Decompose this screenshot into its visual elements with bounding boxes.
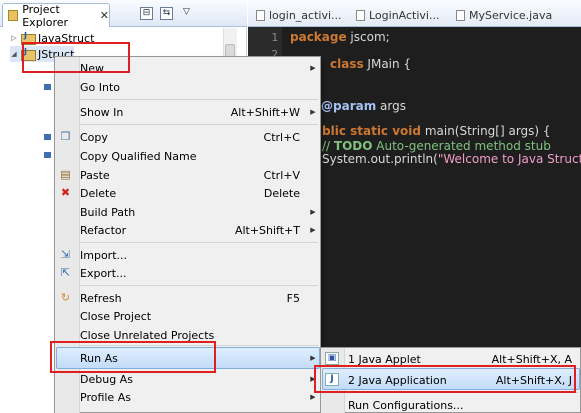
code-line: package jscom; — [290, 30, 390, 44]
submenu-arrow-icon: ▶ — [310, 393, 316, 401]
menu-item-copy[interactable]: Copy Ctrl+C — [80, 128, 318, 146]
java-applet-icon: ▣ — [325, 352, 339, 365]
menu-item-refresh[interactable]: Refresh F5 — [80, 289, 318, 307]
menu-item-paste[interactable]: Paste Ctrl+V — [80, 166, 318, 184]
submenu-arrow-icon: ▶ — [310, 226, 316, 234]
menu-item-label: Delete — [80, 186, 117, 200]
code-keyword: blic static void — [322, 124, 421, 138]
code-line: System.out.println("Welcome to Java Stru… — [322, 152, 581, 166]
submenu-arrow-icon: ▶ — [310, 108, 316, 116]
menu-item-label: Export... — [80, 266, 127, 280]
annotation-box-project — [22, 42, 130, 73]
menu-separator — [80, 242, 318, 243]
library-icon[interactable] — [44, 134, 51, 140]
menu-item-shortcut: Ctrl+V — [263, 168, 300, 182]
delete-icon: ✖ — [60, 186, 71, 199]
menu-item-export[interactable]: Export... — [80, 264, 318, 282]
menu-item-shortcut: Alt+Shift+X, A — [491, 352, 572, 366]
editor-tab-label: LoginActivi... — [369, 8, 440, 22]
editor-tab[interactable]: LoginActivi... — [356, 4, 439, 26]
java-file-icon — [456, 9, 465, 21]
code-comment: Auto-generated method stub — [372, 139, 551, 153]
code-text: JMain { — [363, 57, 412, 71]
menu-item-shortcut: Delete — [263, 186, 300, 200]
menu-item-label: Run Configurations... — [348, 398, 464, 412]
line-number: 1 — [271, 31, 278, 44]
menu-item-label: Close Unrelated Projects — [80, 328, 215, 342]
file-icon — [256, 9, 265, 21]
menu-item-label: Copy Qualified Name — [80, 149, 197, 163]
file-icon — [356, 9, 365, 21]
code-text: args — [376, 99, 406, 113]
menu-item-shortcut: Alt+Shift+T — [234, 223, 300, 237]
menu-item-shortcut: Alt+Shift+W — [230, 105, 300, 119]
editor-tab[interactable]: MyService.java — [456, 4, 552, 26]
menu-item-close-project[interactable]: Close Project — [80, 307, 318, 325]
copy-icon: ❐ — [60, 130, 71, 143]
import-icon: ⇲ — [60, 248, 71, 261]
code-text: main(String[] args) { — [421, 124, 551, 138]
view-menu-icon[interactable]: ▽ — [180, 7, 193, 20]
library-icon[interactable] — [44, 152, 51, 158]
menu-item-shortcut: Ctrl+C — [263, 130, 300, 144]
menu-item-label: Build Path — [80, 205, 136, 219]
menu-item-build-path[interactable]: Build Path ▶ — [80, 203, 318, 221]
menu-item-label: Profile As — [80, 390, 131, 404]
tab-project-explorer[interactable]: Project Explorer ✕ — [2, 2, 110, 29]
export-icon: ⇱ — [60, 266, 71, 279]
submenu-arrow-icon: ▶ — [310, 354, 316, 362]
code-text: System.out.println( — [322, 152, 438, 166]
menu-item-delete[interactable]: Delete Delete — [80, 184, 318, 202]
close-icon[interactable]: ✕ — [100, 9, 109, 22]
menu-item-label: Close Project — [80, 309, 152, 323]
code-line: @param args — [321, 99, 406, 113]
menu-item-refactor[interactable]: Refactor Alt+Shift+T ▶ — [80, 221, 318, 239]
menu-item-label: Refactor — [80, 223, 127, 237]
menu-item-label: 1 Java Applet — [348, 352, 421, 366]
project-explorer-icon — [8, 10, 19, 21]
menu-item-label: Debug As — [80, 372, 133, 386]
code-line: blic static void main(String[] args) { — [322, 124, 551, 138]
annotation-box-run-as — [50, 341, 216, 373]
editor-tab-label: MyService.java — [469, 8, 553, 22]
menu-item-label: Go Into — [80, 80, 121, 94]
menu-item-go-into[interactable]: Go Into — [80, 78, 318, 96]
menu-separator — [80, 99, 318, 100]
code-string: "Welcome to Java Struct!! — [437, 152, 581, 166]
menu-item-copy-qualified-name[interactable]: Copy Qualified Name — [80, 147, 318, 165]
menu-item-label: Import... — [80, 248, 127, 262]
refresh-icon: ↻ — [60, 291, 71, 304]
source-folder-icon[interactable] — [44, 84, 51, 90]
code-keyword: package — [290, 30, 347, 44]
link-with-editor-icon[interactable]: ⇆ — [160, 7, 173, 20]
menu-item-label: Copy — [80, 130, 108, 144]
code-annotation: @param — [321, 99, 377, 113]
menu-item-shortcut: F5 — [286, 291, 300, 305]
expand-icon[interactable]: ▷ — [10, 34, 18, 42]
code-keyword: class — [330, 57, 364, 71]
code-line: class JMain { — [330, 57, 411, 71]
collapse-icon[interactable]: ◢ — [10, 50, 18, 58]
editor-tab[interactable]: login_activi... — [256, 4, 342, 26]
menu-item-label: Refresh — [80, 291, 122, 305]
code-line: // TODO Auto-generated method stub — [322, 139, 551, 153]
code-todo: TODO — [333, 139, 373, 153]
menu-item-label: Paste — [80, 168, 110, 182]
menu-item-profile-as[interactable]: Profile As ▶ — [80, 388, 318, 406]
collapse-all-icon[interactable]: ⊟ — [140, 7, 153, 20]
editor-tab-label: login_activi... — [269, 8, 342, 22]
submenu-arrow-icon: ▶ — [310, 64, 316, 72]
code-text: jscom; — [346, 30, 390, 44]
menu-item-label: Show In — [80, 105, 124, 119]
menu-item-show-in[interactable]: Show In Alt+Shift+W ▶ — [80, 103, 318, 121]
submenu-arrow-icon: ▶ — [310, 208, 316, 216]
menu-separator — [80, 285, 318, 286]
annotation-box-java-application — [314, 365, 576, 393]
paste-icon: ▤ — [60, 168, 71, 181]
menu-separator — [80, 124, 318, 125]
menu-item-run-configurations[interactable]: Run Configurations... — [348, 395, 576, 413]
menu-item-import[interactable]: Import... — [80, 246, 318, 264]
code-comment: // — [322, 139, 334, 153]
tab-project-explorer-label: Project Explorer — [22, 2, 69, 29]
